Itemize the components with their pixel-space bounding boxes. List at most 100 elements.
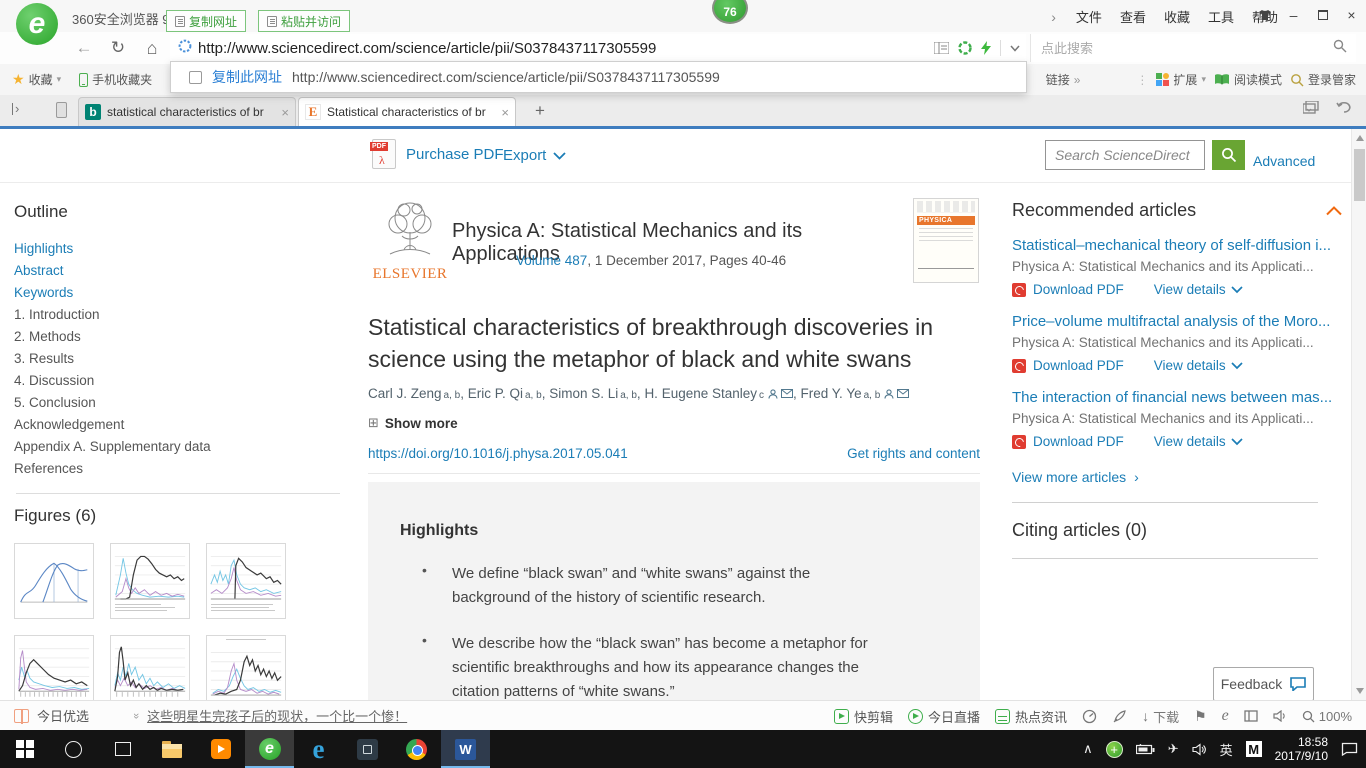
taskbar-clock[interactable]: 18:58 2017/9/10 [1275, 735, 1328, 763]
action-center-icon[interactable] [1341, 742, 1358, 756]
restore-closed-tab-icon[interactable] [1336, 101, 1352, 120]
360-safety-tray-icon[interactable]: + [1106, 741, 1123, 758]
view-details-link[interactable]: View details [1154, 282, 1243, 297]
boost-rocket-icon[interactable] [1112, 709, 1127, 724]
view-details-link[interactable]: View details [1154, 434, 1243, 449]
browser-360-logo[interactable]: e [16, 3, 58, 45]
mute-speaker-icon[interactable] [1273, 710, 1287, 722]
recommended-title-link[interactable]: Statistical–mechanical theory of self-di… [1012, 237, 1342, 254]
favorites-button[interactable]: ★ 收藏 ▾ [12, 71, 61, 88]
media-player-button[interactable] [196, 730, 245, 768]
reading-mode-button[interactable]: 阅读模式 [1214, 71, 1282, 88]
sciencedirect-search-input[interactable] [1045, 140, 1205, 170]
get-rights-link[interactable]: Get rights and content [847, 446, 980, 461]
outline-item-introduction[interactable]: 1. Introduction [14, 304, 352, 326]
reading-list-icon[interactable] [934, 42, 949, 54]
ime-language-indicator[interactable]: 英 [1220, 740, 1233, 759]
ie-compat-icon[interactable]: e [1222, 707, 1229, 725]
advanced-search-link[interactable]: Advanced [1253, 153, 1315, 169]
search-icon[interactable] [1333, 39, 1356, 58]
figure-thumbnail-3[interactable] [206, 543, 286, 619]
new-tab-button[interactable]: + [528, 100, 552, 121]
menu-tools[interactable]: 工具 [1208, 7, 1234, 26]
outline-item-highlights[interactable]: Highlights [14, 238, 352, 260]
author-link[interactable]: Carl J. Zenga, b [368, 386, 468, 401]
task-view-button[interactable] [98, 730, 147, 768]
outline-item-methods[interactable]: 2. Methods [14, 326, 352, 348]
tab-sciencedirect-active[interactable]: E Statistical characteristics of br × [298, 97, 516, 126]
email-icon[interactable] [781, 389, 793, 398]
author-link[interactable]: Simon S. Lia, b [549, 386, 644, 401]
figure-thumbnail-1[interactable] [14, 543, 94, 619]
recommended-title-link[interactable]: Price–volume multifractal analysis of th… [1012, 313, 1342, 330]
speed-mode-lightning-icon[interactable] [981, 41, 991, 55]
app-taskbar-button[interactable] [343, 730, 392, 768]
tab-list-icon[interactable] [1303, 101, 1320, 120]
ie-edge-taskbar-button[interactable]: e [294, 730, 343, 768]
download-manager-button[interactable]: ↓下载 [1142, 707, 1179, 726]
mobile-favorites-button[interactable]: 手机收藏夹 [79, 71, 152, 88]
doi-link[interactable]: https://doi.org/10.1016/j.physa.2017.05.… [368, 446, 628, 461]
figure-thumbnail-6[interactable] [206, 635, 286, 700]
email-icon[interactable] [897, 389, 909, 398]
menu-view[interactable]: 查看 [1120, 7, 1146, 26]
quick-clip-button[interactable]: 快剪辑 [834, 707, 893, 726]
speed-score-badge[interactable]: 76 [712, 0, 748, 24]
skin-theme-icon[interactable] [1250, 0, 1279, 30]
view-more-articles-link[interactable]: View more articles › [1012, 469, 1342, 485]
address-bar[interactable] [170, 34, 1026, 62]
outline-item-keywords[interactable]: Keywords [14, 282, 352, 304]
close-window-button[interactable]: × [1337, 0, 1366, 30]
copy-this-url-option[interactable]: 复制此网址 [212, 67, 282, 87]
elsevier-logo[interactable]: ELSEVIER [370, 198, 450, 283]
hot-news-button[interactable]: 热点资讯 [995, 707, 1067, 726]
page-zoom-control[interactable]: 100% [1302, 709, 1352, 724]
person-icon[interactable] [768, 389, 778, 399]
menu-collapse-icon[interactable]: › [1051, 9, 1056, 25]
recommended-articles-header[interactable]: Recommended articles [1012, 200, 1342, 221]
volume-icon[interactable] [1192, 743, 1207, 756]
outline-item-conclusion[interactable]: 5. Conclusion [14, 392, 352, 414]
figure-thumbnail-4[interactable] [14, 635, 94, 700]
author-link[interactable]: Fred Y. Yea, b [801, 386, 910, 401]
back-icon[interactable]: ← [72, 36, 96, 60]
figure-thumbnail-5[interactable] [110, 635, 190, 700]
report-flag-icon[interactable]: ⚑ [1194, 708, 1207, 725]
reload-icon[interactable]: ↻ [106, 36, 130, 60]
url-input[interactable] [198, 40, 934, 57]
quick-search-input[interactable] [1031, 41, 1333, 56]
download-pdf-link[interactable]: Download PDF [1012, 358, 1124, 373]
scrollbar-thumb[interactable] [1354, 149, 1365, 201]
extensions-button[interactable]: 扩展 ▾ [1156, 71, 1206, 88]
file-explorer-button[interactable] [147, 730, 196, 768]
ime-mode-badge[interactable]: M [1246, 741, 1262, 757]
purchase-pdf-button[interactable]: PDF λ Purchase PDF [372, 139, 504, 169]
copy-url-button[interactable]: 复制网址 [166, 10, 246, 32]
login-manager-button[interactable]: 登录管家 [1290, 71, 1356, 88]
checkbox-icon[interactable] [189, 71, 202, 84]
outline-item-appendix[interactable]: Appendix A. Supplementary data [14, 436, 352, 458]
airplane-mode-icon[interactable]: ✈ [1168, 741, 1179, 757]
scroll-down-arrow[interactable] [1356, 688, 1364, 694]
download-pdf-link[interactable]: Download PDF [1012, 282, 1124, 297]
author-link[interactable]: Eric P. Qia, b [468, 386, 549, 401]
show-more-button[interactable]: ⊞ Show more [368, 415, 981, 431]
home-icon[interactable]: ⌂ [140, 36, 164, 60]
chrome-taskbar-button[interactable] [392, 730, 441, 768]
volume-link[interactable]: Volume 487 [516, 253, 587, 268]
maximize-button[interactable] [1308, 0, 1337, 30]
outline-item-references[interactable]: References [14, 458, 352, 480]
tray-expand-chevron[interactable]: ∧ [1083, 741, 1093, 757]
export-button[interactable]: Export [503, 147, 566, 164]
person-icon[interactable] [884, 389, 894, 399]
fold-icon[interactable]: » [130, 712, 142, 718]
sidebar-collapse-icon[interactable]: › [12, 101, 19, 116]
today-picks-label[interactable]: 今日优选 [37, 706, 89, 725]
cortana-search-button[interactable] [49, 730, 98, 768]
mobile-view-icon[interactable] [56, 102, 67, 118]
paste-and-go-button[interactable]: 粘贴并访问 [258, 10, 350, 32]
speed-gauge-icon[interactable] [1082, 709, 1097, 724]
quick-search-box[interactable] [1030, 34, 1356, 62]
links-folder-button[interactable]: 链接 » [1046, 71, 1081, 88]
menu-favorites[interactable]: 收藏 [1164, 7, 1190, 26]
